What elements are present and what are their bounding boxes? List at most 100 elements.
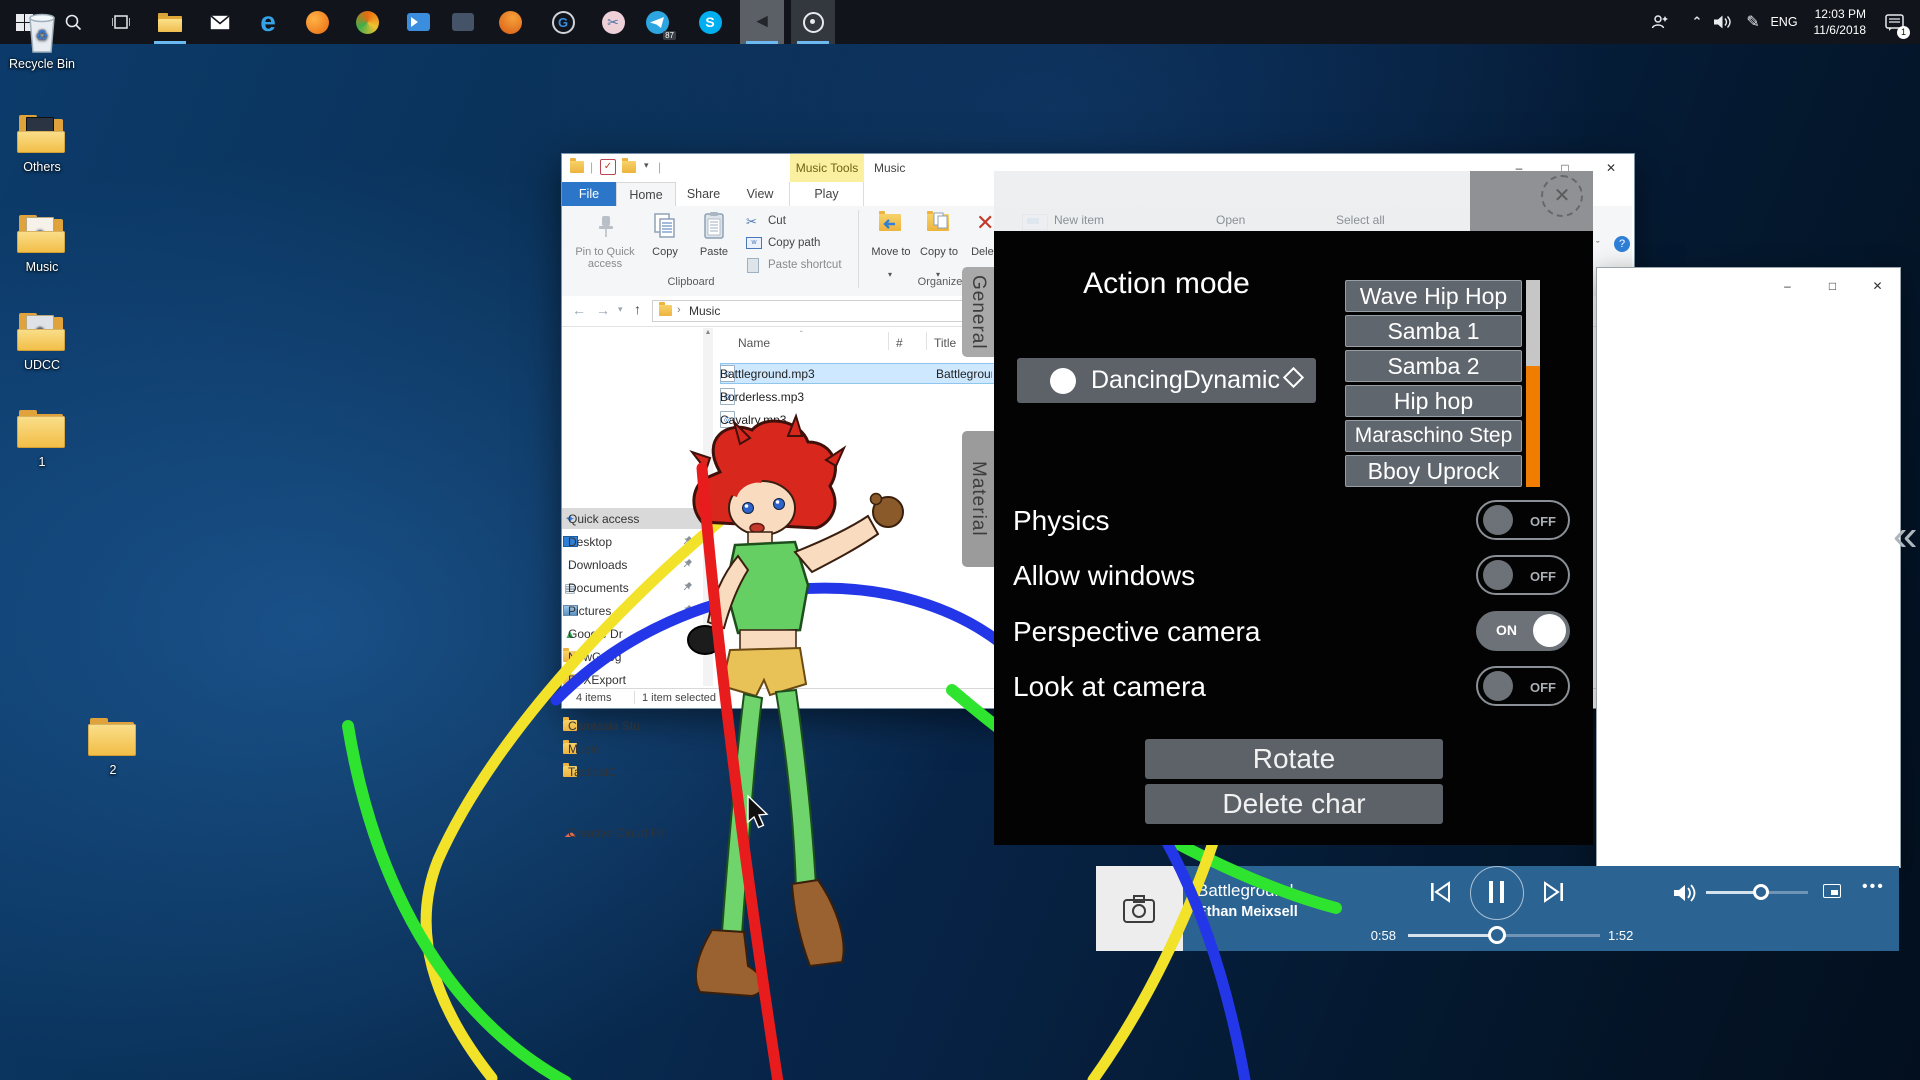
- mini-player-icon[interactable]: [1823, 884, 1841, 898]
- tab-file[interactable]: File: [562, 182, 616, 206]
- sidebar-item[interactable]: ▤ Documents: [562, 577, 706, 598]
- sidebar-item[interactable]: ↓ Downloads: [562, 554, 706, 575]
- delete-char-button[interactable]: Delete char: [1145, 784, 1443, 824]
- tray-people[interactable]: [1642, 0, 1678, 44]
- perspective-camera-toggle[interactable]: ON: [1476, 611, 1570, 651]
- sidebar-item[interactable]: Camtasia Stu: [562, 715, 706, 736]
- physics-toggle[interactable]: OFF: [1476, 500, 1570, 540]
- tab-play[interactable]: Play: [789, 182, 864, 206]
- overlay-close-icon[interactable]: ✕: [1541, 175, 1583, 217]
- desktop-icon-2[interactable]: 2: [71, 716, 155, 777]
- taskbar-telegram[interactable]: 87: [635, 0, 679, 44]
- recent-caret-icon[interactable]: ▾: [618, 304, 623, 315]
- file-row[interactable]: ◎ Cavalry.mp3: [720, 409, 995, 430]
- dance-move-item[interactable]: Wave Hip Hop: [1345, 280, 1522, 312]
- volume-icon[interactable]: [1672, 882, 1698, 904]
- previous-button[interactable]: [1428, 881, 1452, 903]
- taskbar-color-orb[interactable]: [345, 0, 389, 44]
- look-at-camera-toggle[interactable]: OFF: [1476, 666, 1570, 706]
- qat-properties-icon[interactable]: ✓: [600, 159, 616, 175]
- tab-view[interactable]: View: [731, 182, 789, 206]
- up-icon[interactable]: ↑: [634, 301, 641, 317]
- qat-new-folder-icon[interactable]: [622, 161, 636, 173]
- tray-action-center[interactable]: 1: [1872, 0, 1916, 44]
- minimize-button[interactable]: –: [1765, 272, 1810, 300]
- help-icon[interactable]: ?: [1614, 236, 1630, 252]
- paste-shortcut-button[interactable]: Paste shortcut: [746, 258, 866, 274]
- seek-knob[interactable]: [1488, 926, 1506, 944]
- taskbar-snip[interactable]: ✂: [591, 0, 635, 44]
- taskbar-mail[interactable]: [198, 0, 242, 44]
- sidebar-item[interactable]: ☁ Creative Cloud Fil: [562, 822, 706, 843]
- desktop-icon-udcc[interactable]: ⚙ UDCC: [0, 311, 84, 372]
- overlay-edge-handle-icon[interactable]: «: [1893, 506, 1920, 570]
- forward-icon[interactable]: →: [596, 302, 610, 318]
- tray-volume[interactable]: [1708, 0, 1738, 44]
- back-icon[interactable]: ←: [572, 302, 586, 318]
- desktop-icon-others[interactable]: Others: [0, 113, 84, 174]
- taskbar-file-explorer[interactable]: [148, 0, 192, 44]
- sidebar-item[interactable]: ⌄✦ Quick access: [562, 508, 706, 529]
- desktop-icon-1[interactable]: 1: [0, 408, 84, 469]
- close-button[interactable]: ✕: [1855, 272, 1900, 300]
- file-name: Borderless.mp3: [720, 390, 804, 404]
- maximize-button[interactable]: □: [1810, 272, 1855, 300]
- taskbar-screen-record[interactable]: [791, 0, 835, 44]
- tray-language[interactable]: ENG: [1766, 0, 1802, 44]
- tab-share[interactable]: Share: [676, 182, 731, 206]
- close-button[interactable]: ✕: [1588, 154, 1634, 182]
- taskbar-orange-app[interactable]: [488, 0, 532, 44]
- sidebar-item[interactable]: Music: [562, 738, 706, 759]
- side-tab-general[interactable]: General: [962, 267, 994, 357]
- taskbar-inactive-app[interactable]: [441, 0, 485, 44]
- taskbar-overlay-app[interactable]: ◄: [740, 0, 784, 44]
- sidebar-item[interactable]: FBXExport: [562, 669, 706, 690]
- taskbar-logitech[interactable]: G: [541, 0, 585, 44]
- column-header-title[interactable]: Title: [934, 336, 956, 350]
- rotate-button[interactable]: Rotate: [1145, 739, 1443, 779]
- file-row[interactable]: ◎ Battleground.mp3Battleground: [720, 363, 995, 384]
- taskbar-skype[interactable]: S: [688, 0, 732, 44]
- pin-to-quick-access-button[interactable]: Pin to Quick access: [570, 206, 640, 292]
- tab-home[interactable]: Home: [616, 182, 676, 206]
- file-row[interactable]: ◎ Borderless.mp3: [720, 386, 995, 407]
- dance-move-item[interactable]: Samba 2: [1345, 350, 1522, 382]
- dance-move-item[interactable]: Hip hop: [1345, 385, 1522, 417]
- pause-button[interactable]: [1470, 866, 1524, 920]
- sidebar-item[interactable]: Desktop: [562, 531, 706, 552]
- sidebar-item[interactable]: NewGoog: [562, 646, 706, 667]
- qat-customize-caret-icon[interactable]: ▾: [644, 160, 649, 171]
- ribbon-collapse-icon[interactable]: ˇ: [1596, 240, 1600, 252]
- side-tab-material[interactable]: Material: [962, 431, 994, 567]
- seek-bar-played[interactable]: [1408, 934, 1497, 937]
- breadcrumb[interactable]: › Music: [652, 300, 990, 322]
- dance-move-item[interactable]: Samba 1: [1345, 315, 1522, 347]
- tray-clock[interactable]: 12:03 PM 11/6/2018: [1804, 6, 1866, 38]
- column-header-name[interactable]: Name: [738, 336, 770, 350]
- dance-move-item[interactable]: Maraschino Step: [1345, 420, 1522, 452]
- cut-button[interactable]: ✂ Cut: [746, 214, 856, 230]
- task-view-button[interactable]: [99, 0, 143, 44]
- next-button[interactable]: [1542, 881, 1566, 903]
- taskbar-fl-studio[interactable]: [295, 0, 339, 44]
- desktop-icon-music[interactable]: ◎ Music: [0, 213, 84, 274]
- copy-path-button[interactable]: w Copy path: [746, 236, 856, 252]
- more-options-icon[interactable]: •••: [1862, 878, 1885, 896]
- move-list-scrollbar-thumb[interactable]: [1526, 366, 1540, 487]
- color-orb-icon: [356, 11, 379, 34]
- sidebar-item[interactable]: Pictures: [562, 600, 706, 621]
- tray-pen[interactable]: ✎: [1738, 0, 1768, 44]
- move-list-scrollbar-track[interactable]: [1526, 280, 1540, 366]
- file-row[interactable]: ◎ Wrong.mp3: [720, 432, 995, 453]
- desktop-icon-recycle-bin[interactable]: ♻ Recycle Bin: [0, 10, 84, 71]
- allow-windows-toggle[interactable]: OFF: [1476, 555, 1570, 595]
- volume-knob[interactable]: [1753, 884, 1769, 900]
- sidebar-item[interactable]: TacticalC: [562, 761, 706, 782]
- dance-move-item[interactable]: Bboy Uprock: [1345, 455, 1522, 487]
- column-header-number[interactable]: #: [896, 336, 903, 350]
- taskbar-edge[interactable]: e: [246, 0, 290, 44]
- sidebar-item[interactable]: ▲ Google Dr: [562, 623, 706, 644]
- taskbar-blue-chat[interactable]: [396, 0, 440, 44]
- seek-bar-remaining[interactable]: [1497, 934, 1600, 937]
- sidebar-scrollbar[interactable]: ▲: [703, 328, 713, 686]
